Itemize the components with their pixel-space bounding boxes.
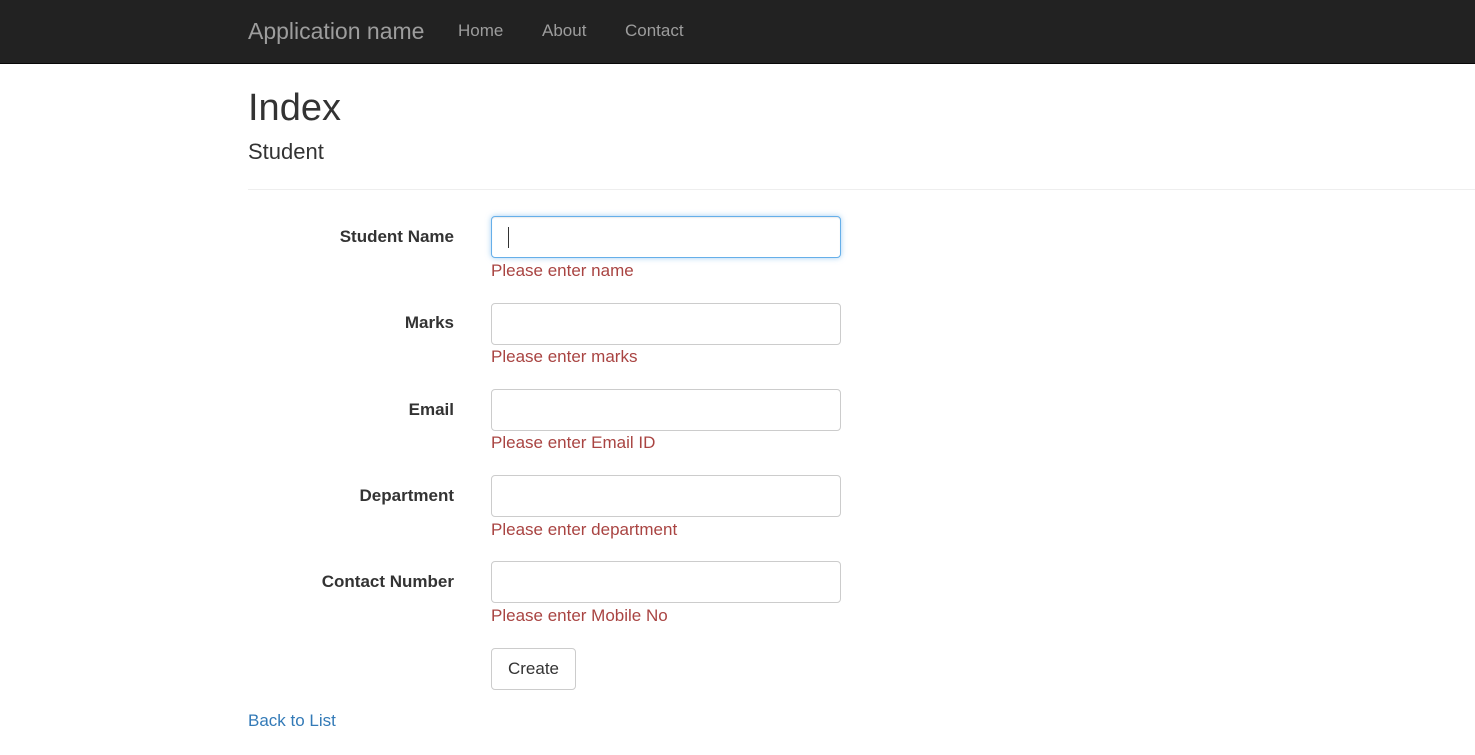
create-button[interactable]: Create [491, 648, 576, 690]
nav-link-about[interactable]: About [542, 21, 586, 41]
page-subtitle: Student [248, 139, 324, 164]
page-title: Index [248, 87, 341, 129]
department-input[interactable] [491, 475, 841, 517]
back-to-list-link[interactable]: Back to List [248, 711, 336, 731]
marks-error: Please enter marks [491, 347, 638, 366]
marks-label: Marks [404, 313, 454, 332]
email-input[interactable] [491, 389, 841, 431]
contact-number-error: Please enter Mobile No [491, 606, 668, 625]
student-name-label: Student Name [339, 227, 454, 246]
contact-number-input[interactable] [491, 561, 841, 603]
navbar: Application name Home About Contact [0, 0, 1475, 64]
divider [248, 189, 1475, 190]
nav-link-contact[interactable]: Contact [625, 21, 684, 41]
email-error: Please enter Email ID [491, 433, 656, 452]
brand-link[interactable]: Application name [248, 18, 424, 44]
contact-number-label: Contact Number [321, 572, 454, 591]
text-cursor [508, 227, 509, 248]
student-name-error: Please enter name [491, 261, 634, 280]
nav-link-home[interactable]: Home [458, 21, 503, 41]
marks-input[interactable] [491, 303, 841, 345]
email-label: Email [408, 400, 454, 419]
department-label: Department [359, 486, 454, 505]
department-error: Please enter department [491, 520, 678, 539]
student-name-input[interactable] [491, 216, 841, 258]
